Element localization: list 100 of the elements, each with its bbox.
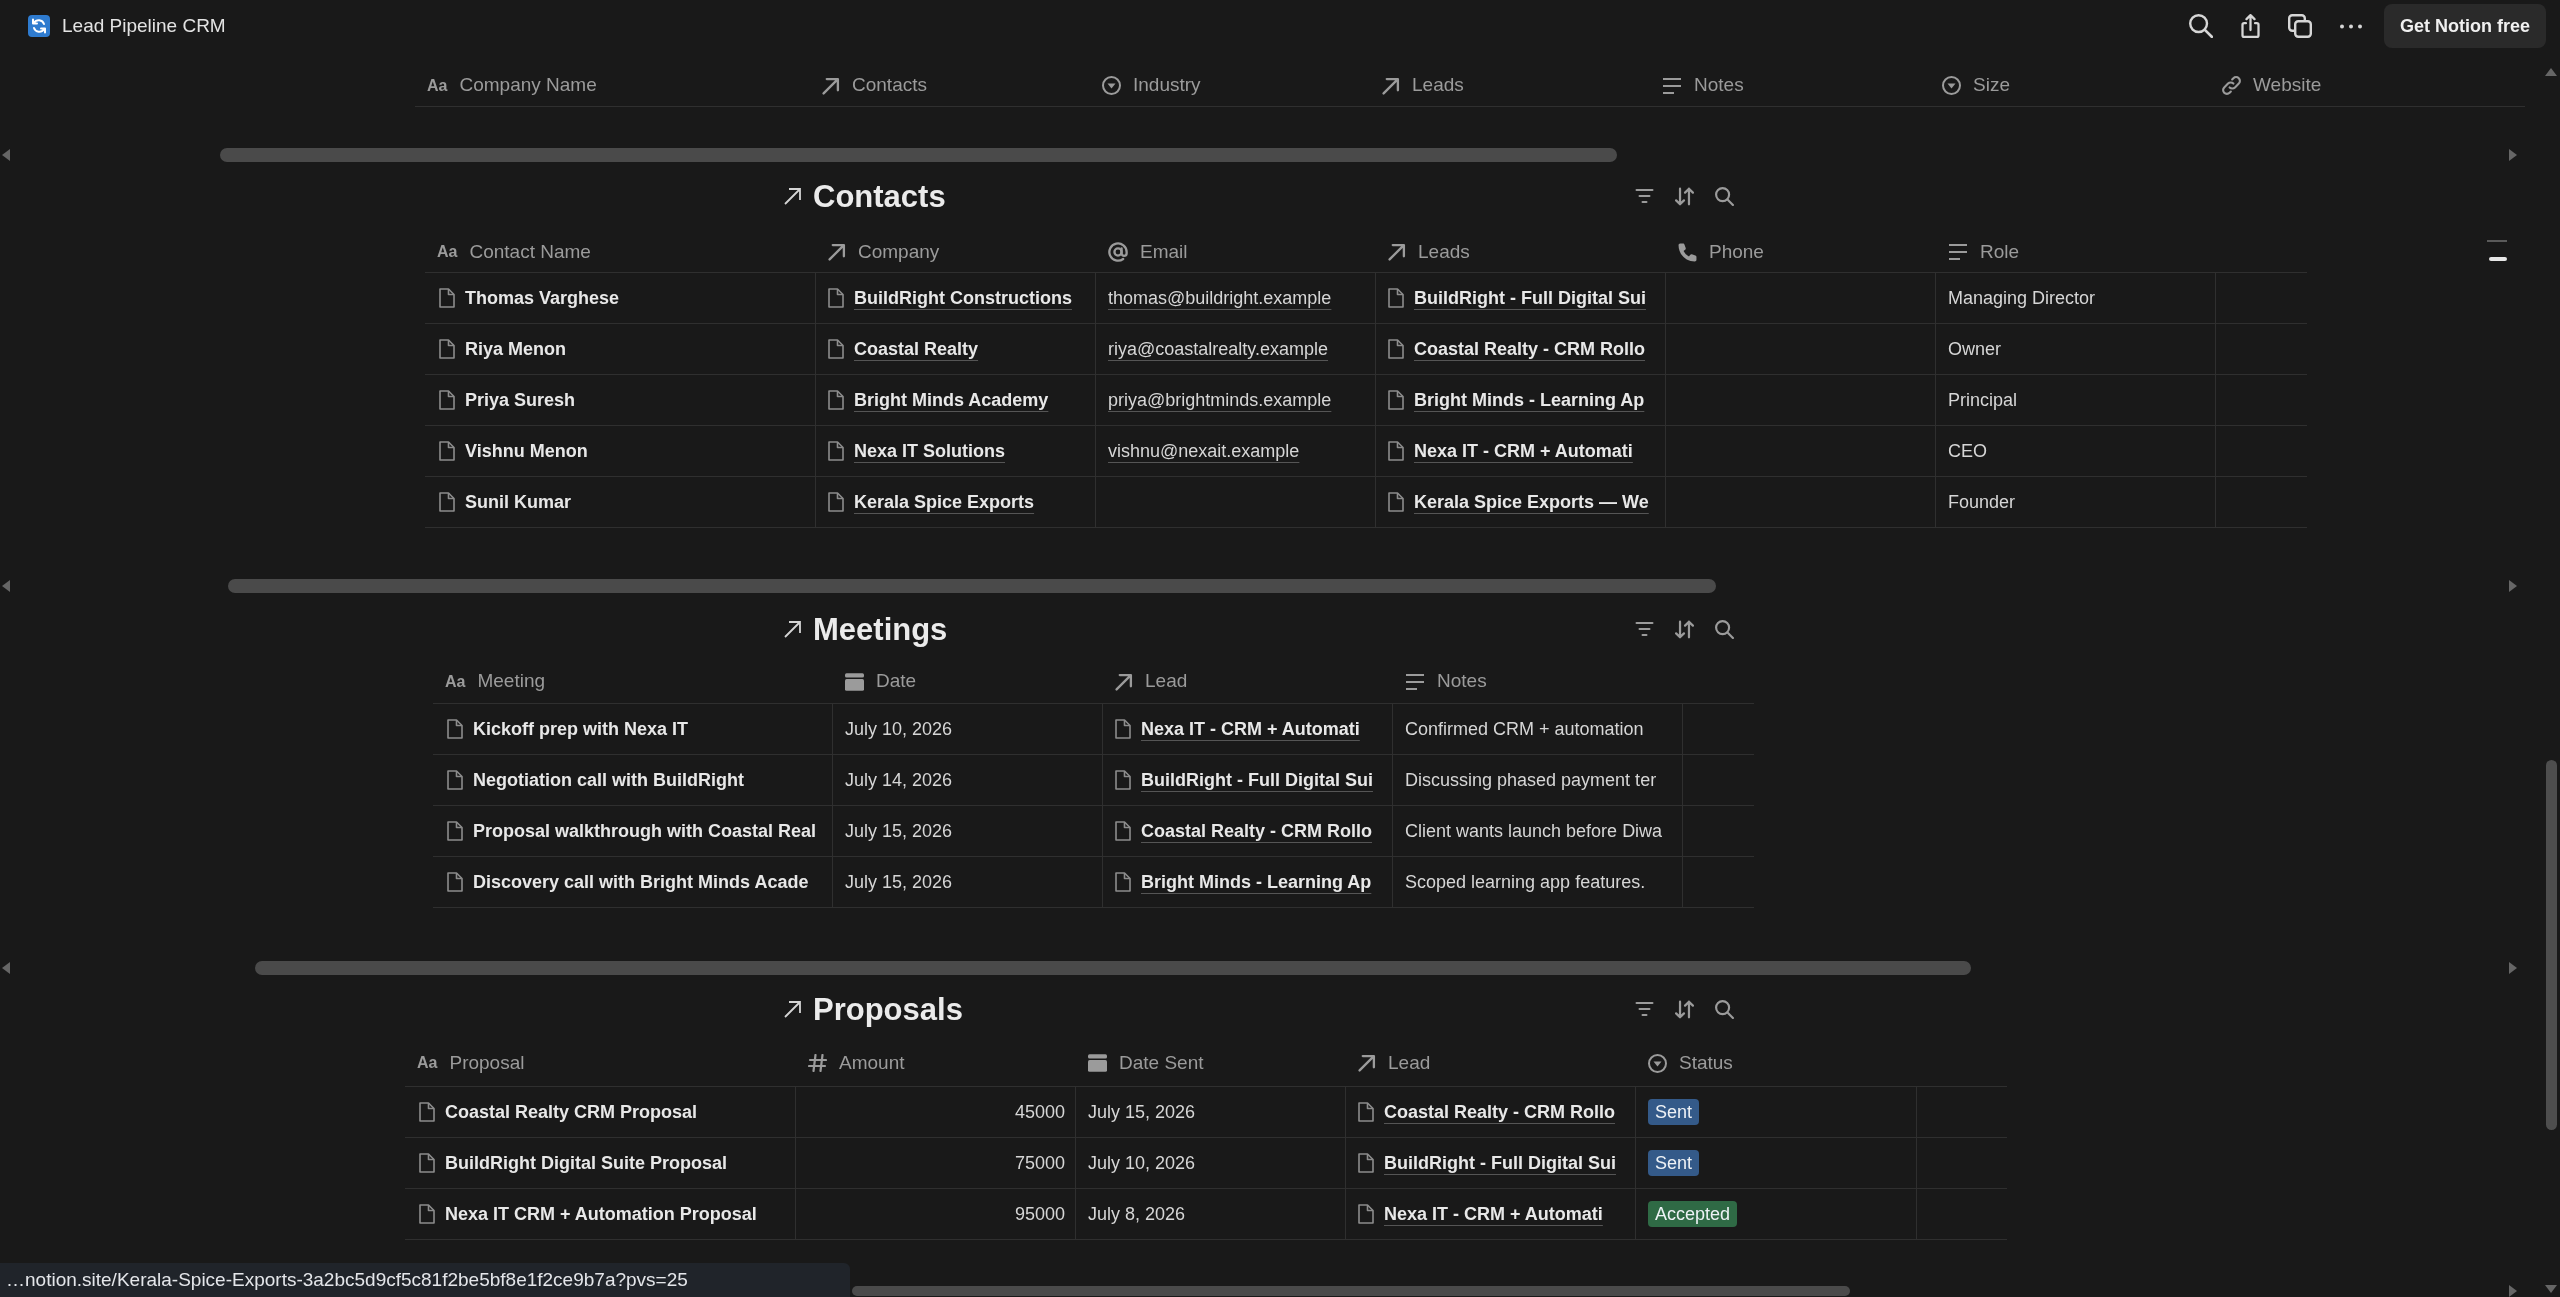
column-header[interactable]: Website (2222, 71, 2322, 100)
page-title-link[interactable]: Riya Menon (439, 335, 566, 363)
column-header[interactable]: Role (1948, 237, 2020, 267)
scrollbar-thumb[interactable] (220, 147, 1617, 162)
search-icon[interactable] (1715, 619, 1734, 639)
text-value: Confirmed CRM + automation (1405, 717, 1644, 741)
page-title[interactable]: Lead Pipeline CRM (62, 11, 226, 41)
column-header[interactable]: Date Sent (1088, 1048, 1204, 1078)
page-title-link[interactable]: Coastal Realty CRM Proposal (419, 1098, 698, 1126)
duplicate-icon[interactable] (2288, 14, 2312, 38)
relation-link[interactable]: Nexa IT - CRM + Automati (1358, 1200, 1603, 1228)
column-header[interactable]: Date (845, 667, 917, 696)
page-title-link[interactable]: Priya Suresh (439, 386, 576, 414)
column-header[interactable]: Email (1108, 237, 1188, 267)
relation-link[interactable]: Bright Minds - Learning Ap (1115, 868, 1372, 896)
email-link[interactable]: thomas@buildright.example (1108, 284, 1332, 312)
scrollbar-thumb[interactable] (2545, 760, 2557, 1130)
column-header[interactable]: Company (828, 237, 940, 267)
column-header[interactable]: Aa Meeting (445, 667, 546, 696)
filter-icon[interactable] (1635, 622, 1654, 636)
scroll-right-icon[interactable] (2509, 579, 2517, 592)
share-icon[interactable] (2241, 14, 2260, 38)
page-title-link[interactable]: Vishnu Menon (439, 437, 588, 465)
relation-link[interactable]: BuildRight - Full Digital Sui (1358, 1149, 1616, 1177)
page-icon (828, 339, 844, 359)
status-tag: Sent (1648, 1099, 1700, 1125)
status-tag: Accepted (1648, 1201, 1738, 1227)
scrollbar-thumb[interactable] (228, 578, 1716, 593)
column-header[interactable]: Industry (1102, 71, 1201, 100)
dropdown-circle-icon (1102, 76, 1121, 95)
linked-arrow-icon (784, 187, 801, 205)
relation-link[interactable]: Coastal Realty - CRM Rollo (1358, 1098, 1616, 1126)
arrow-up-right-icon (1115, 672, 1133, 691)
column-header[interactable]: Aa Company Name (427, 71, 597, 100)
page-icon (1358, 1102, 1374, 1122)
relation-link[interactable]: Kerala Spice Exports (828, 488, 1035, 516)
scroll-right-icon[interactable] (2509, 961, 2517, 974)
search-icon[interactable] (1715, 999, 1734, 1019)
relation-link[interactable]: Coastal Realty - CRM Rollo (1388, 335, 1646, 363)
page-icon (1388, 390, 1404, 410)
email-link[interactable]: riya@coastalrealty.example (1108, 335, 1329, 363)
scroll-down-icon[interactable] (2545, 1285, 2557, 1293)
page-title-link[interactable]: Kickoff prep with Nexa IT (447, 715, 689, 743)
relation-link[interactable]: Coastal Realty (828, 335, 979, 363)
page-title-link[interactable]: Negotiation call with BuildRight (447, 766, 744, 794)
scroll-left-icon[interactable] (2, 961, 10, 974)
get-notion-free-button[interactable]: Get Notion free (2384, 4, 2546, 48)
scroll-right-icon[interactable] (2509, 1285, 2517, 1297)
outline-indicator-icon[interactable] (2487, 240, 2507, 262)
email-link[interactable]: priya@brightminds.example (1108, 386, 1332, 414)
sort-icon[interactable] (1675, 999, 1694, 1019)
relation-link[interactable]: Coastal Realty - CRM Rollo (1115, 817, 1373, 845)
column-header[interactable]: Notes (1662, 71, 1744, 100)
scroll-right-icon[interactable] (2509, 148, 2517, 161)
page-icon (1115, 719, 1131, 739)
column-header[interactable]: Aa Proposal (417, 1048, 525, 1078)
column-header[interactable]: Status (1648, 1048, 1733, 1078)
page-title-link[interactable]: Discovery call with Bright Minds Acade (447, 868, 809, 896)
search-icon[interactable] (2189, 14, 2213, 38)
page-title-link[interactable]: BuildRight Digital Suite Proposal (419, 1149, 727, 1177)
date-value: July 15, 2026 (1088, 1100, 1196, 1124)
search-icon[interactable] (1715, 186, 1734, 206)
relation-link[interactable]: BuildRight - Full Digital Sui (1115, 766, 1373, 794)
page-icon (828, 390, 844, 410)
scrollbar-thumb[interactable] (852, 1286, 1850, 1296)
scroll-left-icon[interactable] (2, 579, 10, 592)
column-header[interactable]: Leads (1388, 237, 1470, 267)
column-header[interactable]: Amount (808, 1048, 905, 1078)
relation-link[interactable]: Bright Minds Academy (828, 386, 1049, 414)
relation-link[interactable]: Kerala Spice Exports — We (1388, 488, 1649, 516)
relation-link[interactable]: Nexa IT Solutions (828, 437, 1006, 465)
more-icon[interactable] (2340, 23, 2362, 29)
number-value: 45000 (1014, 1100, 1065, 1124)
page-title-link[interactable]: Proposal walkthrough with Coastal Real (447, 817, 817, 845)
email-link[interactable]: vishnu@nexait.example (1108, 437, 1300, 465)
column-header[interactable]: Lead (1358, 1048, 1431, 1078)
relation-link[interactable]: Nexa IT - CRM + Automati (1388, 437, 1633, 465)
filter-icon[interactable] (1635, 1002, 1654, 1016)
column-header[interactable]: Notes (1405, 667, 1487, 696)
relation-link[interactable]: BuildRight Constructions (828, 284, 1072, 312)
relation-link[interactable]: Bright Minds - Learning Ap (1388, 386, 1645, 414)
page-title-link[interactable]: Nexa IT CRM + Automation Proposal (419, 1200, 757, 1228)
page-icon (1115, 872, 1131, 892)
sort-icon[interactable] (1675, 186, 1694, 206)
filter-icon[interactable] (1635, 189, 1654, 203)
relation-link[interactable]: BuildRight - Full Digital Sui (1388, 284, 1646, 312)
column-header[interactable]: Lead (1115, 667, 1188, 696)
column-header[interactable]: Contacts (822, 71, 927, 100)
sort-icon[interactable] (1675, 619, 1694, 639)
relation-link[interactable]: Nexa IT - CRM + Automati (1115, 715, 1360, 743)
page-title-link[interactable]: Thomas Varghese (439, 284, 620, 312)
column-header[interactable]: Phone (1678, 237, 1764, 267)
scroll-left-icon[interactable] (2, 148, 10, 161)
column-header[interactable]: Aa Contact Name (437, 237, 591, 267)
column-header[interactable]: Leads (1382, 71, 1464, 100)
page-title-link[interactable]: Sunil Kumar (439, 488, 571, 516)
scroll-up-icon[interactable] (2545, 68, 2557, 76)
scrollbar-thumb[interactable] (255, 960, 1971, 975)
text-value: Managing Director (1948, 286, 2096, 310)
column-header[interactable]: Size (1942, 71, 2010, 100)
